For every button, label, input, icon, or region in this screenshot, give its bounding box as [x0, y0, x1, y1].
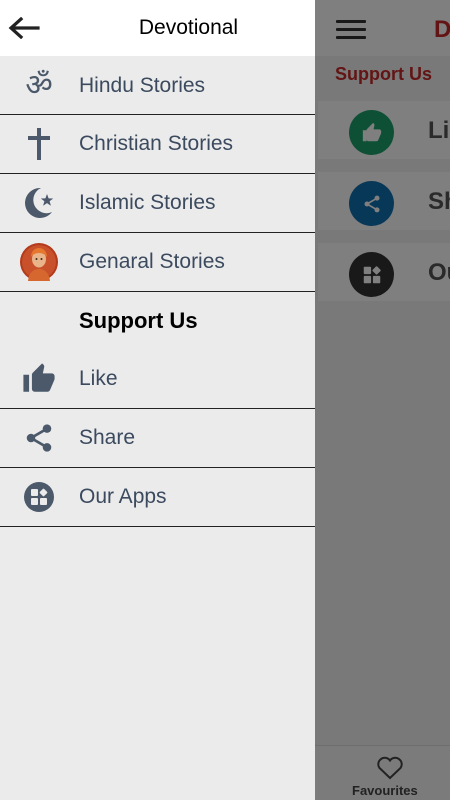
menu-item-christian-stories[interactable]: Christian Stories	[0, 115, 315, 174]
portrait-avatar	[20, 243, 58, 281]
drawer-header: Devotional	[0, 0, 315, 56]
cross-icon	[20, 125, 58, 163]
menu-item-islamic-stories[interactable]: Islamic Stories	[0, 174, 315, 233]
menu-item-hindu-stories[interactable]: ॐ Hindu Stories	[0, 56, 315, 115]
menu-item-like[interactable]: Like	[0, 350, 315, 409]
menu-item-label: Christian Stories	[79, 132, 234, 155]
apps-grid-icon	[20, 478, 58, 516]
navigation-drawer: Devotional ॐ Hindu Stories Christian Sto…	[0, 0, 315, 800]
menu-item-label: Hindu Stories	[79, 73, 206, 97]
drawer-scrim[interactable]	[315, 0, 450, 800]
menu-item-label: Genaral Stories	[79, 250, 225, 273]
crescent-star-icon	[20, 184, 58, 222]
menu-item-label: Share	[79, 426, 136, 449]
support-us-heading: Support Us	[79, 308, 198, 333]
drawer-title: Devotional	[138, 16, 239, 39]
thumbs-up-icon	[20, 360, 58, 398]
menu-item-our-apps[interactable]: Our Apps	[0, 468, 315, 527]
menu-item-label: Islamic Stories	[79, 191, 216, 214]
menu-item-genaral-stories[interactable]: Genaral Stories	[0, 233, 315, 292]
menu-item-label: Like	[79, 367, 118, 390]
om-icon: ॐ	[25, 67, 53, 103]
menu-item-label: Our Apps	[79, 485, 167, 508]
share-icon	[20, 419, 58, 457]
menu-item-share[interactable]: Share	[0, 409, 315, 468]
